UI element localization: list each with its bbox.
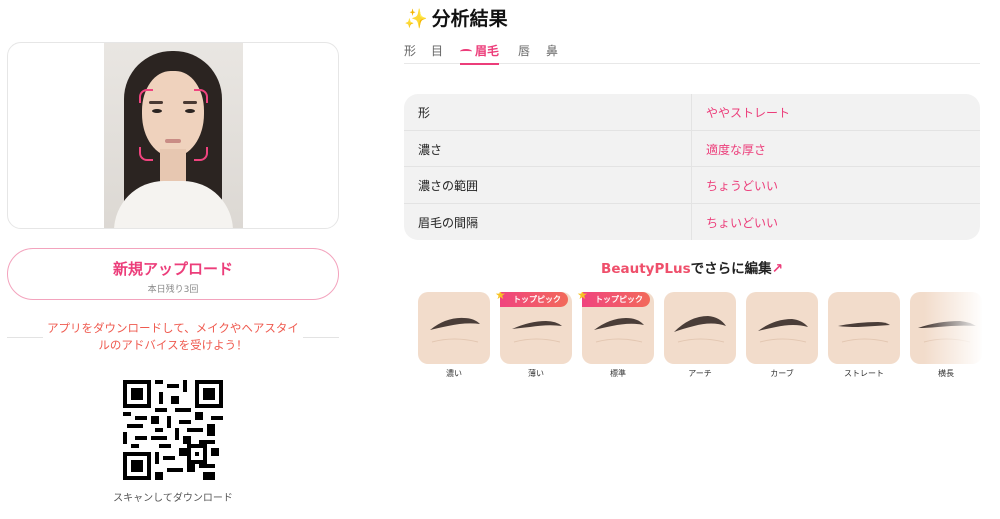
table-row: 形 ややストレート (404, 94, 980, 131)
row-value: ややストレート (706, 106, 791, 120)
new-upload-button[interactable]: 新規アップロード 本日残り3回 (7, 248, 339, 300)
face-marker-icon (139, 89, 153, 103)
eyebrow-style-name: アーチ (688, 369, 712, 378)
row-value: 適度な厚さ (706, 142, 767, 157)
tab-shape[interactable]: 形 (404, 42, 416, 59)
eyebrow-style-card[interactable]: ストレート (828, 292, 900, 382)
row-label: 濃さの範囲 (418, 179, 479, 193)
eyebrow-style-name: ストレート (844, 369, 884, 378)
qr-code[interactable] (123, 380, 223, 480)
edit-in-beautyplus-link[interactable]: BeautyPLusでさらに編集↗ (404, 257, 980, 277)
app-download-promo: アプリをダウンロードして、メイクやヘアスタイ ルのアドバイスを受けよう！ (7, 320, 339, 354)
promo-text-line-2: ルのアドバイスを受けよう！ (98, 338, 248, 352)
eyebrow-style-card[interactable]: アーチ (664, 292, 736, 382)
promo-text-line-1: アプリをダウンロードして、メイクやヘアスタイ (47, 321, 299, 335)
top-pick-badge: ★ トップピック (495, 292, 568, 307)
carousel-fade (924, 292, 984, 364)
eyebrow-style-card[interactable]: ★ トップピック 標準 (577, 292, 654, 382)
uploaded-face-photo (104, 43, 243, 228)
table-row: 眉毛の間隔 ちょいどいい (404, 203, 980, 240)
row-label: 眉毛の間隔 (418, 215, 479, 230)
eyebrow-style-name: 標準 (610, 369, 626, 378)
row-value: ちょうどいい (706, 179, 779, 193)
tab-eyes[interactable]: 目 (431, 42, 443, 59)
qr-caption: スキャンしてダウンロード (113, 493, 233, 504)
eyebrow-thumbnail (664, 292, 736, 364)
eyebrow-style-name: 濃い (446, 369, 462, 378)
table-row: 濃さの範囲 ちょうどいい (404, 167, 980, 204)
tab-eyebrows[interactable]: 眉毛 (460, 42, 500, 65)
tab-lips[interactable]: 唇 (518, 42, 530, 59)
badge-text: トップピック (595, 295, 643, 304)
divider (7, 337, 43, 338)
star-icon: ★ (495, 292, 506, 302)
face-marker-icon (139, 147, 153, 161)
eyebrow-style-name: 横長 (938, 369, 954, 378)
feature-tabs: 形 目 眉毛 唇 鼻 (404, 40, 980, 65)
divider (303, 337, 339, 338)
eyebrow-analysis-table: 形 ややストレート 濃さ 適度な厚さ 濃さの範囲 ちょうどいい 眉毛の間隔 ちょ… (404, 94, 980, 240)
table-row: 濃さ 適度な厚さ (404, 130, 980, 167)
top-pick-badge: ★ トップピック (577, 292, 650, 307)
eyebrow-style-name: カーブ (770, 369, 794, 378)
eyebrow-style-carousel[interactable]: 濃い ★ トップピック 薄い ★ トップピック 標準 アーチ カーブ ストレート 横長 (418, 292, 984, 382)
tab-eyebrows-label: 眉毛 (475, 44, 500, 58)
eyebrow-style-card[interactable]: 濃い (418, 292, 490, 382)
badge-text: トップピック (513, 295, 561, 304)
beautyplus-brand: BeautyPLus (601, 261, 691, 277)
eyebrow-icon (460, 49, 472, 54)
remaining-uploads-text: 本日残り3回 (147, 285, 199, 295)
page-title: ✨ 分析結果 (404, 4, 508, 31)
row-label: 濃さ (418, 142, 443, 157)
external-arrow-icon: ↗ (771, 261, 783, 277)
tab-nose[interactable]: 鼻 (546, 42, 558, 59)
eyebrow-style-card[interactable]: ★ トップピック 薄い (495, 292, 572, 382)
eyebrow-thumbnail (746, 292, 818, 364)
eyebrow-style-name: 薄い (528, 369, 544, 378)
eyebrow-thumbnail (828, 292, 900, 364)
row-label: 形 (418, 106, 431, 120)
edit-link-text: でさらに編集 (690, 261, 772, 277)
eyebrow-style-card[interactable]: カーブ (746, 292, 818, 382)
row-value: ちょいどいい (706, 215, 779, 230)
star-icon: ★ (577, 292, 588, 302)
page-title-text: 分析結果 (431, 8, 508, 30)
sparkle-icon: ✨ (404, 8, 428, 30)
photo-card (7, 42, 339, 229)
face-marker-icon (194, 89, 208, 103)
new-upload-label: 新規アップロード (112, 260, 233, 278)
eyebrow-thumbnail (418, 292, 490, 364)
